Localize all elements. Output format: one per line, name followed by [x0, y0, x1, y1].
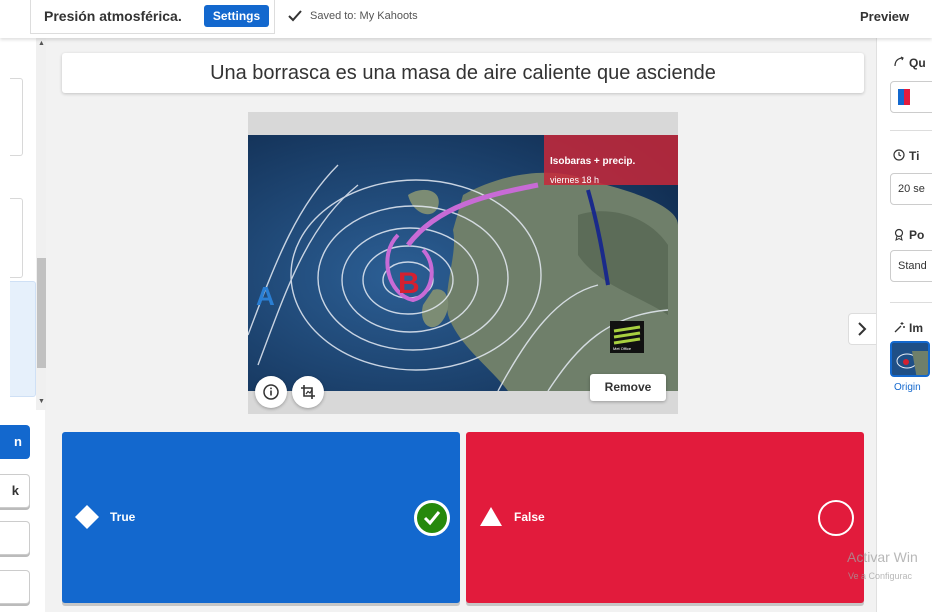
question-type-label: Qu: [909, 56, 926, 70]
checkmark-icon: [288, 10, 302, 22]
slide-thumbnail[interactable]: [10, 198, 23, 278]
save-status: Saved to: My Kahoots: [288, 10, 418, 22]
time-limit-label: Ti: [909, 149, 920, 163]
clock-icon: [893, 149, 905, 161]
true-false-icon: [898, 89, 910, 106]
collapse-panel-button[interactable]: [848, 313, 876, 345]
image-reveal-caption: Origin: [894, 382, 921, 393]
question-type-icon: [894, 56, 904, 67]
remove-image-button[interactable]: Remove: [590, 374, 666, 401]
map-overlay-subtitle: viernes 18 h: [550, 175, 599, 185]
preview-button[interactable]: Preview: [860, 9, 909, 24]
map-overlay-title: Isobaras + precip.: [550, 156, 636, 167]
answer-true[interactable]: True: [62, 432, 460, 603]
diamond-icon: [75, 505, 99, 529]
media-frame: Isobaras + precip. viernes 18 h B A Met …: [248, 112, 678, 414]
image-reveal-label: Im: [909, 321, 924, 335]
answer-false[interactable]: False: [466, 432, 864, 603]
checkmark-icon: [423, 511, 441, 526]
chevron-right-icon: [858, 322, 867, 336]
top-bar: Presión atmosférica. Settings Saved to: …: [0, 0, 932, 38]
left-sidebar: ▲ ▼ n k: [0, 38, 46, 612]
image-reveal-option[interactable]: [890, 341, 930, 377]
map-logo: Met Office: [613, 346, 632, 351]
add-slide-button[interactable]: [0, 570, 30, 604]
correct-answer-toggle[interactable]: [818, 500, 854, 536]
low-pressure-label: B: [398, 267, 420, 300]
points-label: Po: [909, 228, 925, 242]
answer-false-label: False: [514, 510, 545, 524]
time-limit-select[interactable]: 20 se: [890, 173, 932, 205]
slide-thumbnail[interactable]: [10, 78, 23, 156]
windows-activation-watermark: Activar Win: [847, 549, 918, 565]
high-pressure-label: A: [256, 281, 275, 311]
kahoot-title[interactable]: Presión atmosférica.: [44, 8, 182, 24]
points-select[interactable]: Stand: [890, 250, 932, 282]
answer-true-label: True: [110, 510, 136, 524]
slide-thumbnail-active[interactable]: [10, 281, 36, 397]
windows-activation-subtext: Ve a Configurac: [848, 571, 913, 581]
crop-button[interactable]: [292, 376, 324, 408]
scroll-up-arrow-icon[interactable]: ▲: [37, 40, 46, 47]
award-icon: [894, 228, 904, 241]
scroll-down-arrow-icon[interactable]: ▼: [37, 398, 46, 405]
image-info-button[interactable]: [255, 376, 287, 408]
question-title-input[interactable]: Una borrasca es una masa de aire calient…: [62, 53, 864, 93]
scrollbar-thumb[interactable]: [37, 258, 46, 368]
kahoot-title-box[interactable]: Presión atmosférica. Settings: [30, 0, 275, 34]
weather-map-image: Isobaras + precip. viernes 18 h B A Met …: [248, 135, 678, 391]
question-bank-button[interactable]: k: [0, 474, 30, 508]
settings-button[interactable]: Settings: [204, 5, 269, 27]
correct-answer-toggle[interactable]: [414, 500, 450, 536]
add-question-button[interactable]: n: [0, 425, 30, 459]
crop-icon: [301, 385, 315, 399]
info-icon: [263, 384, 279, 400]
image-reveal-thumbnail: [892, 343, 928, 375]
right-panel: Qu Ti 20 se Po Stand Im Origin: [876, 38, 932, 612]
question-type-select[interactable]: [890, 81, 932, 113]
import-button[interactable]: [0, 521, 30, 555]
triangle-icon: [480, 507, 502, 526]
magic-wand-icon: [894, 322, 905, 333]
save-status-text: Saved to: My Kahoots: [310, 10, 418, 22]
